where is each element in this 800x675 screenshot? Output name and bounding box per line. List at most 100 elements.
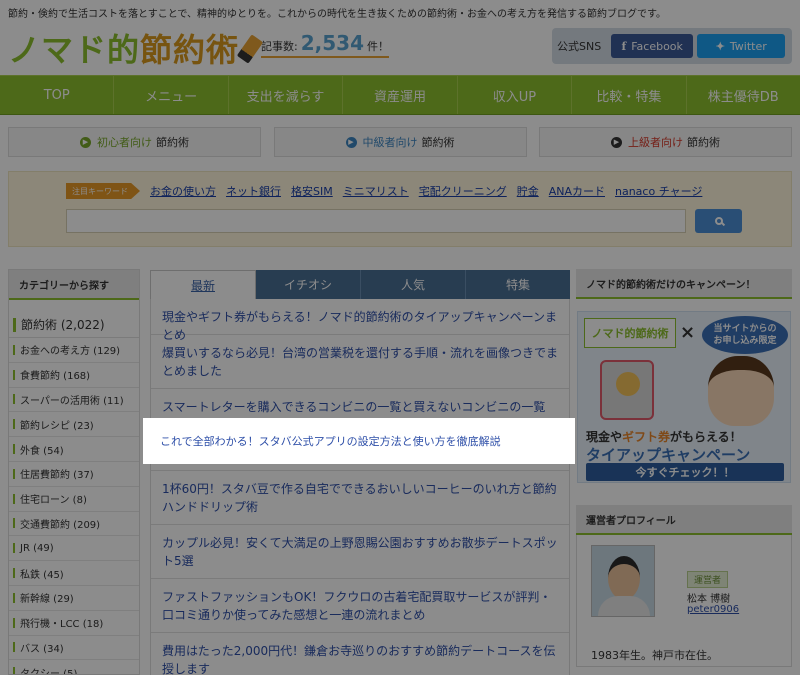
banner-subheadline: タイアップキャンペーン — [586, 446, 751, 464]
tab-latest[interactable]: 最新 — [150, 270, 256, 299]
category-item-label: 新幹線 (29) — [20, 594, 74, 606]
category-marker — [13, 667, 15, 674]
category-item[interactable]: 私鉄 (45) — [9, 561, 139, 586]
category-item-label: スーパーの活用術 (11) — [20, 395, 124, 407]
search-input[interactable] — [66, 209, 686, 233]
keyword-row: 注目キーワード お金の使い方 ネット銀行 格安SIM ミニマリスト 宅配クリーニ… — [66, 183, 712, 199]
level-advanced-prefix: 上級者向け — [628, 136, 683, 149]
level-beginner-prefix: 初心者向け — [97, 136, 152, 149]
article-link[interactable]: ファストファッションもOK！フクウロの古着宅配買取サービスが評判・口コミ通りか使… — [151, 579, 569, 633]
keyword-link[interactable]: nanaco チャージ — [615, 183, 702, 199]
nav-comparison[interactable]: 比較・特集 — [572, 76, 687, 114]
keyword-search-box: 注目キーワード お金の使い方 ネット銀行 格安SIM ミニマリスト 宅配クリーニ… — [8, 171, 792, 247]
category-marker — [13, 493, 15, 504]
category-item[interactable]: 交通費節約 (209) — [9, 512, 139, 537]
category-marker — [13, 592, 15, 603]
gift-icon — [600, 360, 654, 420]
category-marker — [13, 518, 15, 529]
search-button[interactable] — [695, 209, 742, 233]
category-item[interactable]: 住居費節約 (37) — [9, 462, 139, 487]
category-marker — [13, 419, 15, 430]
article-link[interactable]: 爆買いするなら必見！台湾の営業税を還付する手順・流れを画像つきでまとめました — [151, 335, 569, 389]
category-item-label: 住宅ローン (8) — [20, 495, 87, 507]
category-item[interactable]: 飛行機・LCC (18) — [9, 611, 139, 636]
category-item-label: 住居費節約 (37) — [20, 470, 94, 482]
facebook-button[interactable]: f Facebook — [611, 34, 694, 58]
category-item[interactable]: お金への考え方 (129) — [9, 338, 139, 363]
category-item-label: 食費節約 (168) — [20, 371, 91, 383]
category-marker — [13, 543, 15, 554]
category-item-label: タクシー (5) — [20, 668, 78, 675]
category-item-label: JR (49) — [20, 542, 54, 554]
category-item[interactable]: JR (49) — [9, 536, 139, 562]
profile-handle-link[interactable]: peter0906 — [687, 604, 739, 615]
article-count-unit: 件！ — [367, 40, 390, 53]
keyword-link[interactable]: ANAカード — [549, 183, 605, 199]
category-item[interactable]: 節約レシピ (23) — [9, 412, 139, 438]
banner-bubble: 当サイトからの お申し込み限定 — [702, 316, 788, 354]
keyword-link[interactable]: ネット銀行 — [226, 183, 281, 199]
profile-name: 松本 博樹 — [687, 594, 731, 605]
campaign-banner[interactable]: ノマド的節約術 × 当サイトからの お申し込み限定 現金やギフト券がもらえる！ … — [577, 311, 791, 483]
twitter-button[interactable]: ✦ Twitter — [697, 34, 786, 58]
keyword-link[interactable]: 宅配クリーニング — [419, 183, 507, 199]
article-link[interactable]: 1杯60円！スタバ豆で作る自宅でできるおいしいコーヒーのいれ方と節約ハンドドリッ… — [151, 471, 569, 525]
right-sidebar: ノマド的節約術だけのキャンペーン！ ノマド的節約術 × 当サイトからの お申し込… — [576, 269, 792, 675]
article-count-label: 記事数: — [261, 40, 298, 53]
article-link[interactable]: 費用はたった2,000円代！鎌倉お寺巡りのおすすめ節約デートコースを伝授します — [151, 633, 569, 675]
search-icon — [714, 217, 723, 225]
chevron-right-icon: ▶ — [345, 136, 357, 148]
category-item[interactable]: 食費節約 (168) — [9, 363, 139, 388]
site-logo[interactable]: ノマド的節約術 記事数: 2,534 件！ — [8, 20, 390, 70]
nav-top[interactable]: TOP — [0, 76, 115, 114]
twitter-label: Twitter — [729, 39, 767, 53]
level-advanced-suffix: 節約術 — [687, 136, 720, 149]
twitter-icon: ✦ — [715, 39, 725, 53]
banner-headline-c: がもらえる！ — [670, 430, 742, 444]
category-item[interactable]: スーパーの活用術 (11) — [9, 388, 139, 413]
level-intermediate-suffix: 節約術 — [421, 136, 455, 149]
nav-reduce-expenses[interactable]: 支出を減らす — [229, 76, 344, 114]
keyword-link[interactable]: 格安SIM — [291, 183, 333, 199]
profile-card: 運営者 松本 博樹 peter0906 1983年生。神戸市在住。 — [576, 535, 792, 667]
highlighted-article-link[interactable]: これで全部わかる！スタバ公式アプリの設定方法と使い方を徹底解説 — [143, 418, 575, 464]
category-marker — [13, 317, 16, 332]
category-item-label: 私鉄 (45) — [20, 569, 64, 581]
category-item[interactable]: 外食 (54) — [9, 437, 139, 462]
banner-headline: 現金やギフト券がもらえる！ — [586, 428, 742, 445]
keyword-link[interactable]: 貯金 — [517, 183, 539, 199]
keyword-link[interactable]: ミニマリスト — [343, 183, 409, 199]
level-beginner-link[interactable]: ▶ 初心者向け 節約術 — [8, 127, 261, 157]
level-advanced-link[interactable]: ▶ 上級者向け 節約術 — [539, 127, 792, 157]
banner-logo: ノマド的節約術 — [584, 318, 676, 348]
keyword-link[interactable]: お金の使い方 — [150, 183, 216, 199]
article-link[interactable]: 現金やギフト券がもらえる！ノマド的節約術のタイアップキャンペーンまとめ — [151, 299, 569, 342]
article-link[interactable]: カップル必見！安くて大満足の上野恩賜公園おすすめお散歩デートスポット5選 — [151, 525, 569, 579]
category-item[interactable]: 住宅ローン (8) — [9, 487, 139, 512]
nav-menu[interactable]: メニュー — [114, 76, 229, 114]
nav-shareholder-db[interactable]: 株主優待DB — [687, 76, 800, 114]
pencil-icon — [236, 34, 264, 64]
category-main[interactable]: 節約術 (2,022) — [9, 312, 139, 338]
nav-income-up[interactable]: 収入UP — [458, 76, 573, 114]
banner-headline-b: ギフト券 — [622, 430, 671, 444]
category-item[interactable]: タクシー (5) — [9, 660, 139, 675]
level-intermediate-link[interactable]: ▶ 中級者向け 節約術 — [273, 127, 527, 157]
nav-asset-management[interactable]: 資産運用 — [343, 76, 458, 114]
sns-box: 公式SNS f Facebook ✦ Twitter — [552, 28, 792, 64]
banner-cta-button[interactable]: 今すぐチェック！！ — [586, 463, 784, 481]
category-item-label: 交通費節約 (209) — [20, 519, 101, 531]
category-marker — [13, 444, 15, 455]
campaign-title: ノマド的節約術だけのキャンペーン！ — [576, 269, 792, 299]
logo-part2: 節約術 — [140, 31, 240, 69]
article-tabs: 最新 イチオシ 人気 特集 — [150, 270, 570, 299]
category-item[interactable]: バス (34) — [9, 636, 139, 661]
role-badge: 運営者 — [687, 571, 729, 588]
facebook-icon: f — [621, 39, 627, 53]
tab-features[interactable]: 特集 — [466, 270, 570, 299]
category-marker — [13, 568, 15, 579]
tab-recommended[interactable]: イチオシ — [256, 270, 361, 299]
tab-popular[interactable]: 人気 — [361, 270, 466, 299]
category-item[interactable]: 新幹線 (29) — [9, 586, 139, 611]
level-intermediate-prefix: 中級者向け — [362, 136, 418, 149]
